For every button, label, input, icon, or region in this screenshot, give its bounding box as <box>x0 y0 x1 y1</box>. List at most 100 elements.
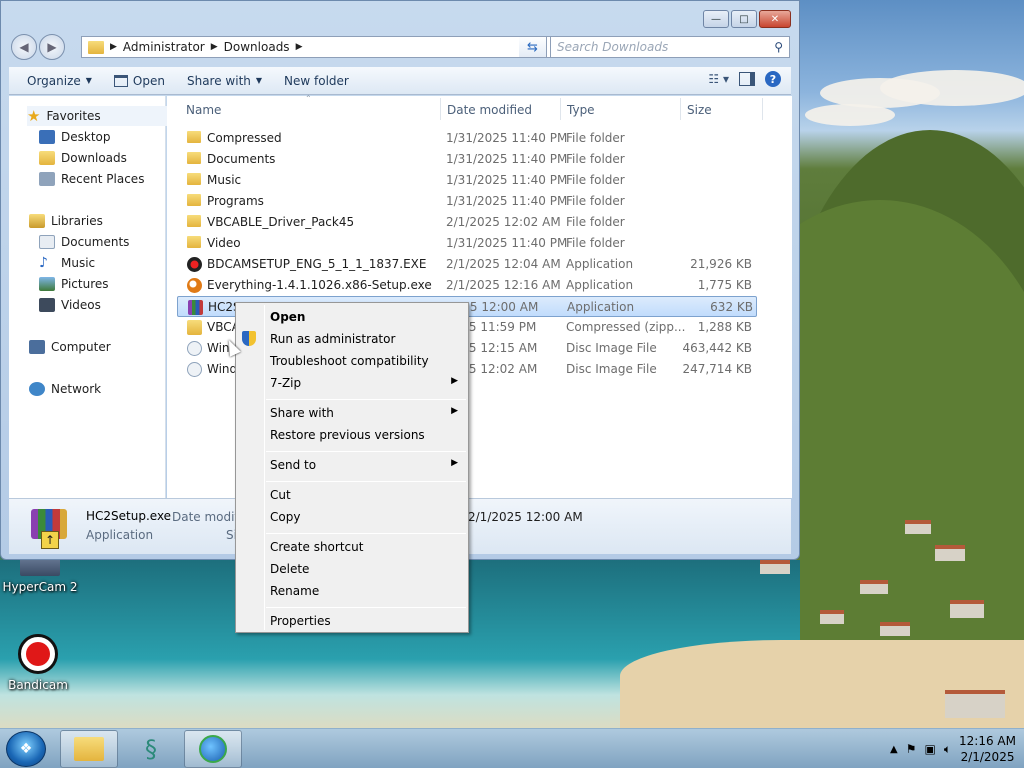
folder-icon <box>187 152 201 164</box>
view-options-icon[interactable]: ☷ ▾ <box>708 72 729 86</box>
file-name: Documents <box>207 152 276 166</box>
menu-item-label: 7-Zip <box>270 376 302 390</box>
minimize-button[interactable]: — <box>703 10 729 28</box>
menu-item-rename[interactable]: Rename <box>270 584 462 598</box>
nav-recent-places[interactable]: Recent Places <box>39 169 144 189</box>
taskbar-app[interactable]: § <box>122 730 180 768</box>
breadcrumb-item[interactable]: Administrator <box>123 40 205 54</box>
submenu-arrow-icon: ▶ <box>451 458 458 468</box>
file-row[interactable]: BDCAMSETUP_ENG_5_1_1_1837.EXE 2/1/2025 12… <box>177 254 757 275</box>
chevron-right-icon: ▶ <box>210 42 218 52</box>
menu-item-restore-previous-versions[interactable]: Restore previous versions <box>270 428 462 442</box>
file-row[interactable]: Documents 1/31/2025 11:40 PM File folder <box>177 149 757 170</box>
menu-item-share-with[interactable]: Share with ▶ <box>270 406 462 420</box>
nav-downloads[interactable]: Downloads <box>39 148 127 168</box>
close-button[interactable]: ✕ <box>759 10 791 28</box>
details-type: Application <box>86 528 154 542</box>
start-button[interactable]: ❖ <box>6 731 46 767</box>
nav-favorites[interactable]: ★ Favorites <box>27 106 167 126</box>
nav-label: Videos <box>61 298 101 312</box>
maximize-button[interactable]: □ <box>731 10 757 28</box>
desktop-icon-bandicam[interactable]: Bandicam <box>0 634 76 692</box>
address-bar[interactable]: ▶ Administrator ▶ Downloads ▶ ▼ <box>81 36 551 58</box>
nav-network[interactable]: Network <box>29 379 101 399</box>
file-row[interactable]: Compressed 1/31/2025 11:40 PM File folder <box>177 128 757 149</box>
breadcrumb-item[interactable]: Downloads <box>224 40 290 54</box>
menu-item-delete[interactable]: Delete <box>270 562 462 576</box>
file-name: VBCABLE_Driver_Pack45 <box>207 215 355 229</box>
new-folder-button[interactable]: New folder <box>276 74 363 88</box>
uac-shield-icon <box>242 331 256 346</box>
back-button[interactable]: ◀ <box>11 34 37 60</box>
chevron-down-icon: ▼ <box>255 76 263 85</box>
file-name: Programs <box>207 194 264 208</box>
file-row[interactable]: VBCABLE_Driver_Pack45 2/1/2025 12:02 AM Fi… <box>177 212 757 233</box>
view-controls: ☷ ▾ ? <box>708 71 781 87</box>
file-date: 1/31/2025 11:40 PM <box>446 236 568 250</box>
open-label: Open <box>132 73 165 88</box>
file-row[interactable]: Programs 1/31/2025 11:40 PM File folder <box>177 191 757 212</box>
taskbar-explorer[interactable] <box>60 730 118 768</box>
chevron-right-icon: ▶ <box>295 42 303 52</box>
menu-item-cut[interactable]: Cut <box>270 488 462 502</box>
file-row[interactable]: Everything-1.4.1.1026.x86-Setup.exe 2/1/2… <box>177 275 757 296</box>
nav-computer[interactable]: Computer <box>29 337 111 357</box>
system-tray: ▲ ⚑ ▣ 🔈︎ 12:16 AM 2/1/2025 <box>890 731 1016 767</box>
volume-icon[interactable]: 🔈︎ <box>944 742 951 757</box>
search-input[interactable]: Search Downloads ⚲ <box>550 36 790 58</box>
forward-button[interactable]: ▶ <box>39 34 65 60</box>
nav-pictures[interactable]: Pictures <box>39 274 109 294</box>
desktop-icon-label: HyperCam 2 <box>2 580 78 594</box>
arrow-left-icon: ◀ <box>19 40 29 54</box>
folder-icon <box>187 215 201 227</box>
dragon-icon: § <box>145 735 157 763</box>
nav-libraries[interactable]: Libraries <box>29 211 103 231</box>
column-type[interactable]: Type <box>567 103 595 117</box>
file-row[interactable]: Video 1/31/2025 11:40 PM File folder <box>177 233 757 254</box>
open-button[interactable]: Open <box>106 74 179 88</box>
menu-item-troubleshoot-compatibility[interactable]: Troubleshoot compatibility <box>270 354 462 368</box>
menu-item-open[interactable]: Open <box>270 310 462 324</box>
network-tray-icon[interactable]: ▣ <box>924 742 935 756</box>
file-date: 1/31/2025 11:40 PM <box>446 194 568 208</box>
nav-documents[interactable]: Documents <box>39 232 129 252</box>
command-bar: Organize ▼ Open Share with ▼ New folder ☷ … <box>9 67 791 95</box>
folder-icon <box>187 131 201 143</box>
refresh-button[interactable]: ⇆ <box>519 36 547 58</box>
file-name: Music <box>207 173 242 187</box>
desktop-icon-hypercam[interactable]: HyperCam 2 <box>2 556 78 594</box>
help-icon[interactable]: ? <box>765 71 781 87</box>
libraries-icon <box>29 214 45 228</box>
column-size[interactable]: Size <box>687 103 712 117</box>
file-row[interactable]: Music 1/31/2025 11:40 PM File folder <box>177 170 757 191</box>
file-type: File folder <box>566 236 625 250</box>
file-type: Compressed (zipp... <box>566 320 686 334</box>
menu-item-run-as-administrator[interactable]: Run as administrator <box>270 332 462 346</box>
menu-item-create-shortcut[interactable]: Create shortcut <box>270 540 462 554</box>
clock-date: 2/1/2025 <box>960 750 1015 764</box>
menu-item-7zip[interactable]: 7-Zip ▶ <box>270 376 462 390</box>
column-date[interactable]: Date modified <box>447 103 532 117</box>
nav-music[interactable]: ♪ Music <box>39 253 95 273</box>
menu-item-copy[interactable]: Copy <box>270 510 462 524</box>
taskbar-installer[interactable] <box>184 730 242 768</box>
nav-desktop[interactable]: Desktop <box>39 127 111 147</box>
folder-icon <box>88 40 104 54</box>
share-with-button[interactable]: Share with ▼ <box>179 74 276 88</box>
preview-pane-icon[interactable] <box>739 72 755 86</box>
windows-logo-icon: ❖ <box>19 741 33 757</box>
file-date: 2/1/2025 12:16 AM <box>446 278 561 292</box>
search-icon: ⚲ <box>774 40 783 54</box>
flag-icon[interactable]: ⚑ <box>906 742 917 756</box>
column-name[interactable]: Name <box>186 103 221 117</box>
menu-item-properties[interactable]: Properties <box>270 614 462 628</box>
file-date: 2/1/2025 12:02 AM <box>446 215 561 229</box>
navigation-pane: ★ Favorites Desktop Downloads Recent Plac… <box>9 96 167 498</box>
chevron-up-icon[interactable]: ▲ <box>890 744 898 755</box>
menu-item-send-to[interactable]: Send to ▶ <box>270 458 462 472</box>
nav-label: Documents <box>61 235 130 249</box>
nav-videos[interactable]: Videos <box>39 295 101 315</box>
clock[interactable]: 12:16 AM 2/1/2025 <box>959 733 1016 765</box>
file-name: Compressed <box>207 131 282 145</box>
organize-button[interactable]: Organize ▼ <box>19 74 106 88</box>
